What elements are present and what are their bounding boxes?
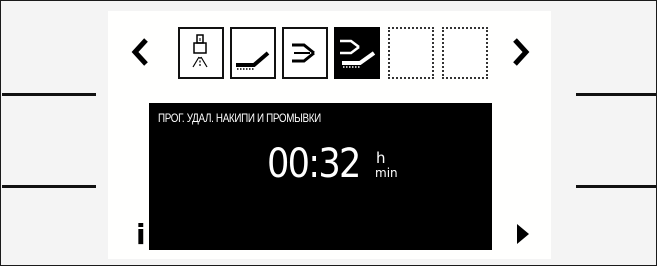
prev-arrow-button[interactable] — [130, 37, 150, 73]
device-frame: ПРОГ. УДАЛ. НАКИПИ И ПРОМЫВКИ 00:32 h mi… — [0, 0, 657, 266]
pipe-cleaning-icon — [292, 43, 315, 63]
program-tile-empty-2[interactable] — [442, 27, 488, 79]
right-softkey-line-bottom[interactable] — [576, 185, 656, 188]
time-unit-minutes: min — [375, 166, 398, 180]
program-display: ПРОГ. УДАЛ. НАКИПИ И ПРОМЫВКИ 00:32 h mi… — [149, 103, 492, 250]
nozzle-spray-icon — [192, 34, 208, 68]
chevron-right-icon — [513, 38, 530, 66]
start-button[interactable] — [516, 223, 530, 248]
time-unit-hours: h — [376, 149, 386, 167]
program-tile-pipe-cleaning[interactable] — [282, 27, 328, 79]
program-tile-brush-cleaning[interactable] — [230, 27, 276, 79]
program-tile-empty-1[interactable] — [388, 27, 434, 79]
info-button[interactable]: i — [136, 221, 146, 249]
left-softkey-line-top[interactable] — [2, 93, 96, 96]
program-name: ПРОГ. УДАЛ. НАКИПИ И ПРОМЫВКИ — [158, 111, 321, 125]
left-softkey-line-bottom[interactable] — [2, 185, 96, 188]
remaining-time: 00:32 — [267, 141, 361, 187]
brush-cleaning-icon — [236, 51, 270, 70]
descaling-rinse-icon — [340, 39, 376, 68]
program-tile-nozzle-spray[interactable] — [178, 27, 224, 79]
play-icon — [517, 224, 529, 244]
control-panel: ПРОГ. УДАЛ. НАКИПИ И ПРОМЫВКИ 00:32 h mi… — [108, 11, 551, 259]
right-softkey-line-top[interactable] — [576, 93, 656, 96]
chevron-left-icon — [131, 38, 148, 66]
info-icon: i — [136, 218, 146, 251]
next-arrow-button[interactable] — [511, 37, 531, 70]
program-tile-descaling-rinse[interactable] — [334, 27, 380, 79]
